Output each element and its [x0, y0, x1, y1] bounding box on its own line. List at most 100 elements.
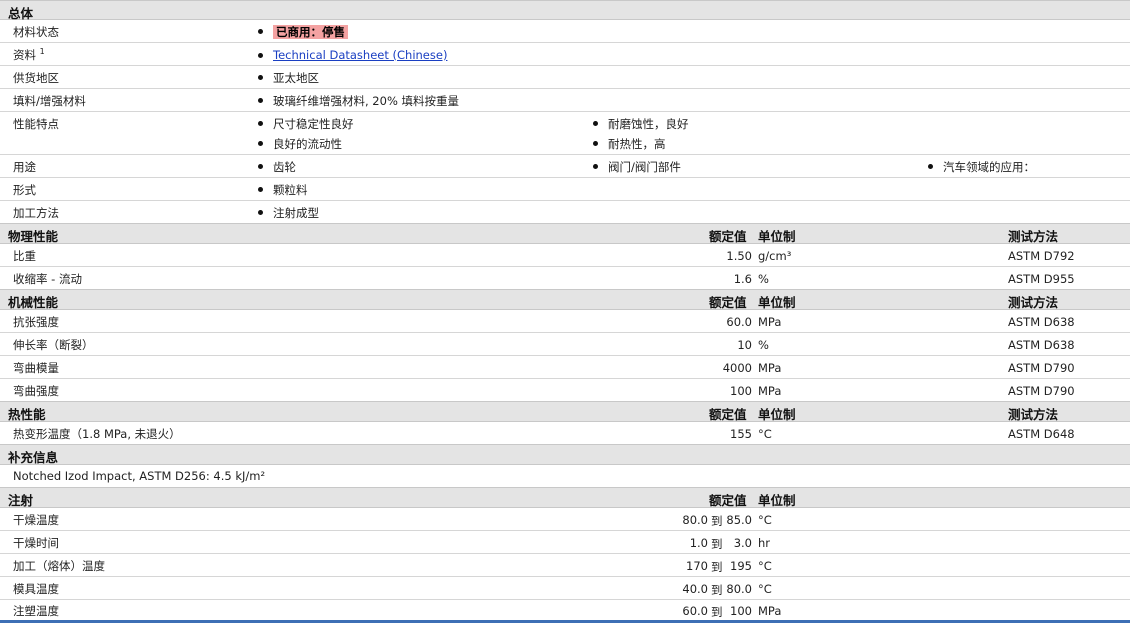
row-label: 性能特点: [13, 117, 59, 131]
datasheet-link[interactable]: Technical Datasheet (Chinese): [273, 48, 447, 62]
range-high: 100: [730, 604, 752, 618]
property-unit: MPa: [758, 361, 782, 375]
property-unit: MPa: [758, 315, 782, 329]
supplemental-row: Notched Izod Impact, ASTM D256: 4.5 kJ/m…: [0, 465, 1130, 487]
property-name: 热变形温度（1.8 MPa, 未退火）: [13, 427, 181, 441]
header-unit: 单位制: [758, 407, 796, 422]
table-row: 抗张强度 60.0 MPa ASTM D638: [0, 310, 1130, 333]
property-value: 100: [730, 384, 752, 398]
table-row: 加工（熔体）温度 170 到 195 °C: [0, 554, 1130, 577]
test-method: ASTM D790: [1008, 384, 1075, 398]
property-unit: g/cm³: [758, 249, 792, 263]
section-title: 热性能: [8, 407, 46, 422]
property-name: 弯曲模量: [13, 361, 59, 375]
section-physical: 物理性能 额定值 单位制 测试方法: [0, 223, 1130, 244]
row-label: 供货地区: [13, 71, 59, 85]
table-row: 比重 1.50 g/cm³ ASTM D792: [0, 244, 1130, 267]
test-method: ASTM D638: [1008, 315, 1075, 329]
row-form: 形式 颗粒料: [0, 178, 1130, 201]
header-method: 测试方法: [1008, 407, 1059, 422]
row-label: 填料/增强材料: [13, 94, 86, 108]
property-name: 伸长率（断裂）: [13, 338, 94, 352]
property-unit: °C: [758, 559, 772, 573]
row-label: 材料状态: [13, 25, 59, 39]
range-high: 3.0: [733, 536, 752, 550]
property-unit: %: [758, 338, 769, 352]
table-row: 热变形温度（1.8 MPa, 未退火） 155 °C ASTM D648: [0, 422, 1130, 444]
table-row: 弯曲强度 100 MPa ASTM D790: [0, 379, 1130, 401]
range-low: 170: [686, 559, 708, 573]
property-name: 模具温度: [13, 582, 59, 596]
property-unit: °C: [758, 582, 772, 596]
row-material-status: 材料状态 已商用：停售: [0, 20, 1130, 43]
section-mechanical: 机械性能 额定值 单位制 测试方法: [0, 289, 1130, 310]
section-title: 补充信息: [8, 450, 59, 465]
header-value: 额定值: [709, 407, 747, 422]
property-value: 60.0: [726, 315, 752, 329]
property-name: 收缩率 - 流动: [13, 272, 82, 286]
row-documents: 资料 1 Technical Datasheet (Chinese): [0, 43, 1130, 66]
table-row: 干燥温度 80.0 到 85.0 °C: [0, 508, 1130, 531]
property-value: 155: [730, 427, 752, 441]
section-thermal: 热性能 额定值 单位制 测试方法: [0, 401, 1130, 422]
property-value: 1.6: [733, 272, 752, 286]
property-name: 抗张强度: [13, 315, 59, 329]
table-row: 模具温度 40.0 到 80.0 °C: [0, 577, 1130, 600]
header-value: 额定值: [709, 295, 747, 310]
property-unit: °C: [758, 513, 772, 527]
property-unit: MPa: [758, 604, 782, 618]
range-to: 到: [711, 514, 723, 528]
section-title: 注射: [8, 493, 34, 508]
property-name: 比重: [13, 249, 36, 263]
test-method: ASTM D648: [1008, 427, 1075, 441]
header-method: 测试方法: [1008, 229, 1059, 244]
property-value: 10: [737, 338, 752, 352]
test-method: ASTM D790: [1008, 361, 1075, 375]
range-high: 195: [730, 559, 752, 573]
range-to: 到: [711, 605, 723, 619]
property-value: 4000: [722, 361, 752, 375]
range-to: 到: [711, 583, 723, 597]
property-value: 1.50: [726, 249, 752, 263]
table-row: 注塑温度 60.0 到 100 MPa: [0, 600, 1130, 620]
table-row: 收缩率 - 流动 1.6 % ASTM D955: [0, 267, 1130, 289]
range-high: 80.0: [726, 582, 752, 596]
row-features: 性能特点 尺寸稳定性良好 耐磨蚀性，良好 良好的流动性 耐热性，高: [0, 112, 1130, 155]
range-to: 到: [711, 537, 723, 551]
header-unit: 单位制: [758, 493, 796, 508]
row-uses: 用途 齿轮 阀门/阀门部件 汽车领域的应用：: [0, 155, 1130, 178]
supplemental-text: Notched Izod Impact, ASTM D256: 4.5 kJ/m…: [13, 469, 266, 483]
row-processing: 加工方法 注射成型: [13, 206, 319, 220]
row-label: 加工方法: [13, 206, 59, 220]
row-label: 用途: [13, 160, 36, 174]
header-value: 额定值: [709, 229, 747, 244]
range-to: 到: [711, 560, 723, 574]
property-unit: °C: [758, 427, 772, 441]
section-title: 机械性能: [8, 295, 59, 310]
section-injection: 注射 额定值 单位制: [0, 487, 1130, 508]
property-name: 注塑温度: [13, 604, 59, 618]
row-label: 形式: [13, 183, 36, 197]
table-row: 干燥时间 1.0 到 3.0 hr: [0, 531, 1130, 554]
property-unit: %: [758, 272, 769, 286]
range-low: 80.0: [682, 513, 708, 527]
header-unit: 单位制: [758, 295, 796, 310]
section-supplemental: 补充信息: [0, 444, 1130, 465]
property-name: 弯曲强度: [13, 384, 59, 398]
property-unit: hr: [758, 536, 771, 550]
range-low: 1.0: [689, 536, 708, 550]
header-method: 测试方法: [1008, 295, 1059, 310]
header-unit: 单位制: [758, 229, 796, 244]
range-low: 40.0: [682, 582, 708, 596]
row-filler: 填料/增强材料 玻璃纤维增强材料, 20% 填料按重量: [0, 89, 1130, 112]
row-label: 资料: [13, 48, 36, 62]
property-name: 干燥温度: [13, 513, 59, 527]
property-name: 干燥时间: [13, 536, 59, 550]
test-method: ASTM D638: [1008, 338, 1075, 352]
property-unit: MPa: [758, 384, 782, 398]
range-low: 60.0: [682, 604, 708, 618]
table-row: 伸长率（断裂） 10 % ASTM D638: [0, 333, 1130, 356]
section-title: 物理性能: [8, 229, 59, 244]
test-method: ASTM D955: [1008, 272, 1075, 286]
test-method: ASTM D792: [1008, 249, 1075, 263]
